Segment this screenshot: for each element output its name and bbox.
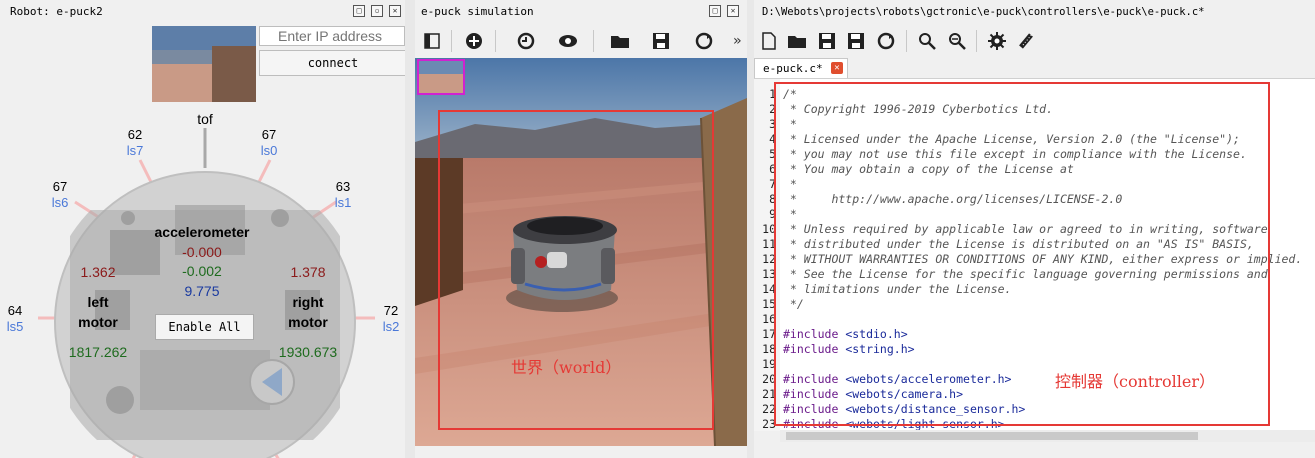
reload-icon[interactable]: [693, 30, 715, 52]
line-number: 12: [762, 252, 776, 266]
line-number: 23: [762, 417, 776, 431]
simulation-panel-titlebar: e-puck simulation □ ✕: [415, 0, 747, 24]
float-icon[interactable]: □: [353, 5, 365, 17]
left-motor-position: 1817.262: [68, 344, 128, 360]
editor-panel-titlebar: D:\Webots\projects\robots\gctronic\e-puc…: [754, 0, 1315, 24]
editor-file-path: D:\Webots\projects\robots\gctronic\e-puc…: [762, 6, 1205, 18]
right-motor-position: 1930.673: [278, 344, 338, 360]
build-gear-icon[interactable]: [986, 30, 1008, 52]
revert-icon[interactable]: [875, 30, 897, 52]
line-number: 11: [762, 237, 776, 251]
left-motor-speed: 1.362: [80, 264, 116, 280]
line-number: 16: [762, 312, 776, 326]
line-number: 8: [769, 192, 776, 206]
left-motor-label2: motor: [78, 314, 118, 330]
sensor-ls2-name: ls2: [382, 319, 400, 334]
line-number: 9: [769, 207, 776, 221]
camera-thumbnail: [152, 26, 256, 102]
tab-close-icon[interactable]: ✕: [831, 62, 843, 74]
world-annotation-box: [438, 110, 714, 430]
robot-diagram: [38, 128, 375, 458]
right-motor-label1: right: [292, 294, 324, 310]
float-icon[interactable]: □: [709, 5, 721, 17]
world-annotation-label: 世界（world）: [511, 358, 622, 377]
sensor-ls6-value: 67: [52, 179, 68, 194]
right-motor-label2: motor: [288, 314, 328, 330]
controller-annotation-label: 控制器（controller）: [1055, 372, 1215, 391]
save-as-icon[interactable]: [845, 30, 867, 52]
robot-panel-title: Robot: e-puck2: [10, 5, 103, 18]
reset-icon[interactable]: [515, 30, 537, 52]
horizontal-scrollbar[interactable]: [780, 430, 1315, 442]
accelerometer-y: -0.002: [182, 263, 222, 279]
line-number: 6: [769, 162, 776, 176]
sensor-ls0-value: 67: [261, 127, 277, 142]
splitter-right[interactable]: [747, 0, 754, 458]
sensor-ls7-value: 62: [127, 127, 143, 142]
ip-address-input[interactable]: [259, 26, 405, 46]
save-icon[interactable]: [650, 30, 672, 52]
camera-overlay[interactable]: [417, 59, 465, 95]
sensor-ls5-name: ls5: [6, 319, 24, 334]
tab-e-puck-c[interactable]: e-puck.c* ✕: [754, 58, 848, 78]
add-icon[interactable]: [463, 30, 485, 52]
line-number: 10: [762, 222, 776, 236]
line-number: 22: [762, 402, 776, 416]
line-number: 13: [762, 267, 776, 281]
sensor-ls5-value: 64: [7, 303, 23, 318]
sensor-ls0-name: ls0: [260, 143, 278, 158]
right-motor-speed: 1.378: [290, 264, 326, 280]
line-number: 18: [762, 342, 776, 356]
replace-icon[interactable]: [946, 30, 968, 52]
sidebar-toggle-icon[interactable]: [421, 30, 443, 52]
line-number: 15: [762, 297, 776, 311]
eye-icon[interactable]: [557, 30, 579, 52]
splitter-left[interactable]: [405, 0, 415, 458]
open-folder-icon[interactable]: [786, 30, 808, 52]
sensor-ls1-name: ls1: [334, 195, 352, 210]
connect-button[interactable]: connect: [259, 50, 405, 76]
new-file-icon[interactable]: [758, 30, 780, 52]
accelerometer-z: 9.775: [184, 283, 220, 299]
find-icon[interactable]: [916, 30, 938, 52]
robot-panel-titlebar: Robot: e-puck2 □ ▫ ✕: [0, 0, 405, 24]
sensor-ls7-name: ls7: [126, 143, 144, 158]
line-number: 14: [762, 282, 776, 296]
sensor-ls2-value: 72: [383, 303, 399, 318]
line-number: 1: [769, 87, 776, 101]
line-number: 2: [769, 102, 776, 116]
line-number: 7: [769, 177, 776, 191]
editor-panel: D:\Webots\projects\robots\gctronic\e-puc…: [754, 0, 1315, 458]
sensor-ls6-name: ls6: [51, 195, 69, 210]
accelerometer-label: accelerometer: [154, 224, 250, 240]
line-number: 21: [762, 387, 776, 401]
close-icon[interactable]: ✕: [727, 5, 739, 17]
line-number: 17: [762, 327, 776, 341]
sensor-ls1-value: 63: [335, 179, 351, 194]
line-number: 5: [769, 147, 776, 161]
scrollbar-thumb[interactable]: [786, 432, 1198, 440]
simulation-panel: e-puck simulation □ ✕ » 世界（world）: [415, 0, 747, 458]
simulation-panel-title: e-puck simulation: [421, 5, 534, 18]
left-motor-label1: left: [87, 294, 109, 310]
line-number: 19: [762, 357, 776, 371]
line-number: 4: [769, 132, 776, 146]
toolbar-overflow-button[interactable]: »: [733, 33, 741, 49]
line-number: 3: [769, 117, 776, 131]
enable-all-button[interactable]: Enable All: [155, 314, 254, 340]
maximize-icon[interactable]: ▫: [371, 5, 383, 17]
tof-label: tof: [197, 111, 213, 127]
clean-brush-icon[interactable]: [1016, 30, 1038, 52]
tab-label: e-puck.c*: [763, 62, 823, 75]
accelerometer-x: -0.000: [182, 244, 222, 260]
save-icon[interactable]: [816, 30, 838, 52]
robot-panel: Robot: e-puck2 □ ▫ ✕ Enter IP address co…: [0, 0, 405, 458]
line-number: 20: [762, 372, 776, 386]
open-folder-icon[interactable]: [609, 30, 631, 52]
close-icon[interactable]: ✕: [389, 5, 401, 17]
